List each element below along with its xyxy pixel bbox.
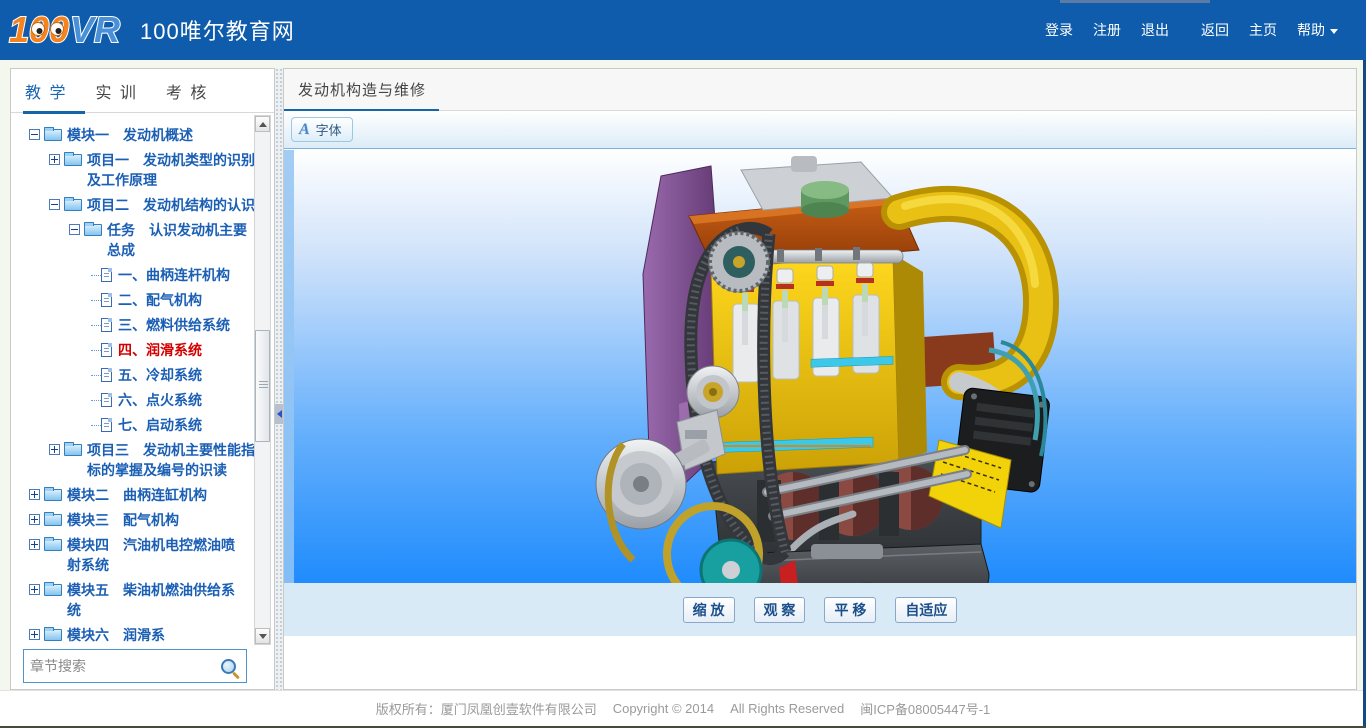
nav-home[interactable]: 主页 — [1249, 20, 1277, 40]
sidebar-tabs: 教 学 实 训 考 核 — [11, 69, 274, 113]
svg-text:VR: VR — [70, 9, 120, 50]
tree-item-cooling-system[interactable]: 五、冷却系统 — [11, 365, 257, 385]
tree-item-valve-mechanism[interactable]: 二、配气机构 — [11, 290, 257, 310]
chapter-search-box — [23, 649, 247, 683]
folder-icon — [84, 224, 102, 236]
tree-item-project2[interactable]: 项目二 发动机结构的认识 — [11, 195, 257, 215]
tree-item-crank-mechanism[interactable]: 一、曲柄连杆机构 — [11, 265, 257, 285]
course-sidebar: 教 学 实 训 考 核 模块一 发动机概述 项目一 发动机类型的识别及工作原理 … — [10, 68, 275, 690]
tree-item-task[interactable]: 任务 认识发动机主要总成 — [11, 220, 257, 260]
active-tab-underline — [23, 111, 85, 114]
document-icon — [101, 393, 112, 407]
tab-engine-course[interactable]: 发动机构造与维修 — [284, 79, 452, 100]
expand-icon[interactable] — [49, 154, 60, 165]
search-input[interactable] — [24, 658, 221, 674]
tree-item-lubrication-system-selected[interactable]: 四、润滑系统 — [11, 340, 257, 360]
scroll-up-button[interactable] — [255, 116, 270, 132]
nav-back[interactable]: 返回 — [1201, 20, 1229, 40]
tab-teaching[interactable]: 教 学 — [11, 79, 81, 103]
footer-owner: 版权所有：厦门凤凰创壹软件有限公司 — [376, 699, 597, 718]
tree-item-fuel-system[interactable]: 三、燃料供给系统 — [11, 315, 257, 335]
document-icon — [101, 268, 112, 282]
page-footer: 版权所有：厦门凤凰创壹软件有限公司 Copyright © 2014 All R… — [0, 690, 1366, 726]
expand-icon[interactable] — [29, 489, 40, 500]
collapse-icon[interactable] — [69, 224, 80, 235]
zoom-mode-button[interactable]: 缩 放 — [683, 597, 735, 623]
logo[interactable]: 100 VR 100唯尔教育网 — [8, 7, 295, 53]
folder-icon — [44, 514, 62, 526]
tree-item-starting-system[interactable]: 七、启动系统 — [11, 415, 257, 435]
viewer-3d-canvas[interactable]: 缩 放 观 察 平 移 自适应 — [284, 150, 1356, 636]
tree-item-project3[interactable]: 项目三 发动机主要性能指标的掌握及编号的识读 — [11, 440, 257, 480]
font-button[interactable]: A 字体 — [291, 117, 353, 142]
chevron-down-icon — [1330, 29, 1338, 34]
footer-rights: All Rights Reserved — [730, 701, 844, 716]
nav-login[interactable]: 登录 — [1045, 20, 1073, 40]
arrow-down-icon — [259, 634, 267, 639]
content-tabbar: 发动机构造与维修 — [284, 69, 1356, 111]
collapse-icon[interactable] — [29, 129, 40, 140]
nav-register[interactable]: 注册 — [1093, 20, 1121, 40]
site-title: 100唯尔教育网 — [140, 14, 295, 46]
folder-icon — [64, 154, 82, 166]
top-nav: 登录 注册 退出 返回 主页 帮助 — [1025, 0, 1338, 60]
footer-copyright: Copyright © 2014 — [613, 701, 714, 716]
expand-icon[interactable] — [29, 629, 40, 640]
tree-item-module4[interactable]: 模块四 汽油机电控燃油喷射系统 — [11, 535, 257, 575]
tree-item-project1[interactable]: 项目一 发动机类型的识别及工作原理 — [11, 150, 257, 190]
folder-icon — [64, 444, 82, 456]
document-icon — [101, 318, 112, 332]
folder-icon — [44, 129, 62, 141]
tab-assessment[interactable]: 考 核 — [152, 79, 222, 103]
expand-icon[interactable] — [29, 584, 40, 595]
document-icon — [101, 293, 112, 307]
scroll-down-button[interactable] — [255, 628, 270, 644]
observe-mode-button[interactable]: 观 察 — [754, 597, 806, 623]
folder-icon — [64, 199, 82, 211]
search-icon[interactable] — [221, 659, 236, 674]
panel-splitter[interactable] — [275, 68, 283, 690]
nav-logout[interactable]: 退出 — [1141, 20, 1169, 40]
folder-icon — [44, 629, 62, 641]
font-a-icon: A — [299, 121, 310, 139]
tree-item-module3[interactable]: 模块三 配气机构 — [11, 510, 257, 530]
tree-item-module5[interactable]: 模块五 柴油机燃油供给系统 — [11, 580, 257, 620]
expand-icon[interactable] — [29, 514, 40, 525]
scrollbar-thumb[interactable] — [255, 330, 270, 442]
viewer-left-band — [284, 150, 294, 636]
engine-model-illustration — [561, 154, 1061, 632]
expand-icon[interactable] — [29, 539, 40, 550]
content-panel: 发动机构造与维修 A 字体 — [283, 68, 1357, 690]
folder-icon — [44, 539, 62, 551]
tree-item-module6[interactable]: 模块六 润滑系 — [11, 625, 257, 643]
document-icon — [101, 368, 112, 382]
collapse-sidebar-handle[interactable] — [275, 404, 283, 424]
footer-icp: 闽ICP备08005447号-1 — [860, 699, 990, 718]
nav-help[interactable]: 帮助 — [1297, 20, 1338, 40]
tree-item-module2[interactable]: 模块二 曲柄连缸机构 — [11, 485, 257, 505]
tree-scrollbar[interactable] — [254, 115, 271, 645]
chapter-tree: 模块一 发动机概述 项目一 发动机类型的识别及工作原理 项目二 发动机结构的认识… — [11, 115, 257, 643]
document-icon — [101, 418, 112, 432]
tab-training[interactable]: 实 训 — [81, 79, 151, 103]
app-header: 100 VR 100唯尔教育网 登录 注册 退出 返回 主页 帮助 — [0, 0, 1366, 60]
viewer-toolbar-top: A 字体 — [284, 111, 1356, 149]
pan-mode-button[interactable]: 平 移 — [824, 597, 876, 623]
expand-icon[interactable] — [49, 444, 60, 455]
collapse-icon[interactable] — [49, 199, 60, 210]
tree-item-module1[interactable]: 模块一 发动机概述 — [11, 125, 257, 145]
arrow-up-icon — [259, 122, 267, 127]
tree-item-ignition-system[interactable]: 六、点火系统 — [11, 390, 257, 410]
viewer-controls-bar: 缩 放 观 察 平 移 自适应 — [284, 583, 1356, 636]
engine-3d-model[interactable] — [561, 154, 1061, 632]
folder-icon — [44, 489, 62, 501]
document-icon — [101, 343, 112, 357]
auto-fit-button[interactable]: 自适应 — [895, 597, 957, 623]
logo-100vr-icon: 100 VR — [8, 7, 130, 53]
folder-icon — [44, 584, 62, 596]
